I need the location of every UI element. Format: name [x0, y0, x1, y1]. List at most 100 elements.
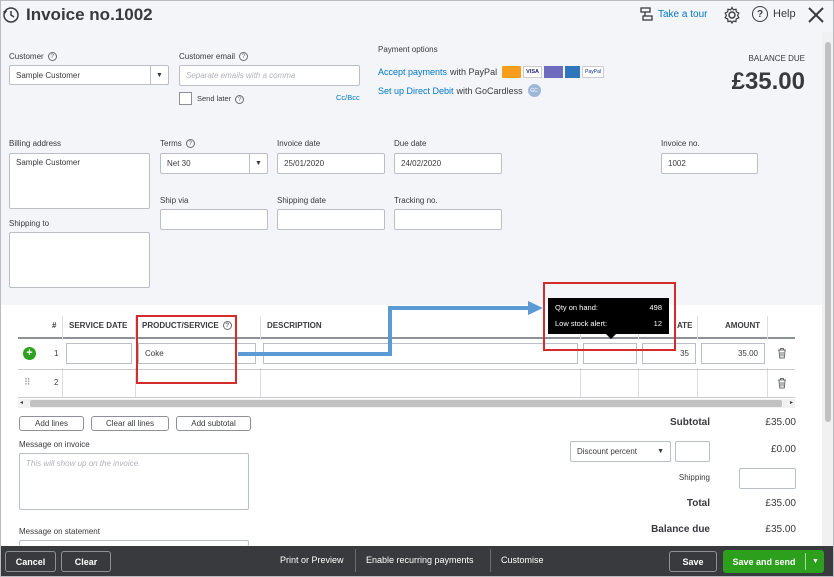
shipping-to-label: Shipping to [9, 219, 50, 228]
message-placeholder: This will show up on the invoice. [26, 459, 141, 468]
paypal-icon: PayPal [582, 66, 605, 78]
invoice-date-label: Invoice date [277, 139, 321, 148]
row-number: 1 [54, 349, 59, 358]
direct-debit-link[interactable]: Set up Direct Debit [378, 86, 454, 96]
page-scrollbar[interactable] [822, 32, 834, 546]
add-lines-button[interactable]: Add lines [19, 416, 84, 431]
shipping-label: Shipping [678, 473, 710, 482]
discount-value-input[interactable] [675, 441, 710, 462]
send-later-checkbox[interactable] [179, 92, 192, 105]
col-header-service-date: SERVICE DATE [69, 321, 128, 330]
message-on-invoice-label: Message on invoice [19, 440, 90, 449]
amount-input[interactable]: 35.00 [701, 343, 765, 364]
recent-transactions-icon[interactable] [2, 6, 20, 24]
customer-label: Customer? [9, 52, 57, 62]
due-date-input[interactable]: 24/02/2020 [394, 153, 502, 174]
customer-email-label: Customer email? [179, 52, 249, 62]
gocardless-suffix: with GoCardless [456, 85, 523, 96]
ship-via-label: Ship via [160, 196, 189, 205]
total-label: Total [686, 498, 710, 509]
terms-select[interactable]: Net 30 ▼ [160, 153, 268, 174]
trash-icon[interactable] [777, 347, 787, 359]
accept-payments-link[interactable]: Accept payments [378, 67, 447, 77]
table-horizontal-scrollbar[interactable]: ◂ ▸ [18, 399, 795, 408]
billing-address-label: Billing address [9, 139, 62, 148]
cc-bcc-link[interactable]: Cc/Bcc [336, 93, 360, 102]
scroll-right-icon[interactable]: ▸ [790, 399, 793, 406]
subtotal-label: Subtotal [670, 417, 710, 428]
customer-select[interactable]: Sample Customer ▼ [9, 65, 169, 85]
invoice-no-input[interactable]: 1002 [661, 153, 758, 174]
message-on-statement-label: Message on statement [19, 527, 100, 536]
shipping-date-input[interactable] [277, 209, 385, 230]
customer-value: Sample Customer [16, 70, 81, 80]
email-placeholder: Separate emails with a comma [186, 71, 296, 80]
mastercard-icon [502, 66, 522, 78]
terms-value: Net 30 [167, 159, 191, 168]
discount-type-select[interactable]: Discount percent ▼ [570, 441, 671, 462]
drag-handle-icon[interactable]: ⠿ [24, 377, 31, 388]
customise-link[interactable]: Customise [501, 555, 544, 565]
accept-payments-row: Accept payments with PayPal VISA PayPal [378, 66, 605, 78]
scroll-left-icon[interactable]: ◂ [20, 399, 23, 406]
settings-gear-icon[interactable] [723, 6, 741, 24]
help-icon: ? [47, 52, 57, 62]
invoice-no-label: Invoice no. [661, 139, 700, 148]
terms-label: Terms? [160, 139, 195, 149]
service-date-input[interactable] [66, 343, 132, 364]
trash-icon[interactable] [777, 377, 787, 389]
col-header-number: # [52, 321, 57, 330]
send-later-label: Send later? [197, 94, 245, 104]
message-on-invoice-input[interactable]: This will show up on the invoice. [19, 453, 249, 510]
tracking-no-input[interactable] [394, 209, 502, 230]
help-icon: ? [239, 52, 249, 62]
total-value: £35.00 [765, 498, 796, 509]
invoice-date-value: 25/01/2020 [284, 159, 325, 168]
invoice-date-input[interactable]: 25/01/2020 [277, 153, 385, 174]
balance-due-label: BALANCE DUE [748, 54, 805, 63]
table-scrollbar-thumb[interactable] [30, 400, 782, 407]
balance-due-amount: £35.00 [731, 68, 805, 95]
discount-type-value: Discount percent [577, 447, 638, 456]
enable-recurring-link[interactable]: Enable recurring payments [366, 555, 474, 565]
help-label: Help [773, 8, 796, 20]
help-button[interactable]: ? Help [752, 6, 796, 22]
take-tour-link[interactable]: Take a tour [640, 7, 707, 22]
shipping-to-input[interactable] [9, 232, 150, 288]
amount-value: 35.00 [737, 349, 758, 358]
save-options-chevron-icon[interactable]: ▼ [807, 550, 824, 573]
col-header-description: DESCRIPTION [267, 321, 322, 330]
tracking-no-label: Tracking no. [394, 196, 438, 205]
clear-all-lines-button[interactable]: Clear all lines [91, 416, 169, 431]
balance-due-footer-label: Balance due [651, 524, 710, 535]
amex-icon [565, 66, 581, 78]
print-preview-link[interactable]: Print or Preview [280, 555, 344, 565]
chevron-down-icon: ▼ [150, 66, 168, 84]
save-and-send-split-button: Save and send ▼ [723, 550, 824, 573]
billing-address-value: Sample Customer [16, 158, 81, 167]
page-title: Invoice no.1002 [26, 5, 153, 24]
help-icon: ? [185, 139, 195, 149]
description-input[interactable] [263, 343, 578, 364]
help-icon: ? [752, 6, 768, 22]
discount-amount: £0.00 [770, 444, 796, 455]
balance-due-footer-value: £35.00 [765, 524, 796, 535]
help-icon: ? [235, 94, 245, 104]
maestro-icon [544, 66, 564, 78]
add-row-icon[interactable]: + [23, 347, 36, 360]
save-and-send-button[interactable]: Save and send [723, 550, 805, 573]
shipping-amount-input[interactable] [739, 468, 796, 489]
page-scrollbar-thumb[interactable] [825, 42, 831, 422]
cancel-button[interactable]: Cancel [5, 551, 56, 572]
close-icon[interactable] [807, 6, 825, 24]
add-subtotal-button[interactable]: Add subtotal [176, 416, 251, 431]
clear-button[interactable]: Clear [61, 551, 111, 572]
ship-via-input[interactable] [160, 209, 268, 230]
customer-email-input[interactable]: Separate emails with a comma [179, 65, 360, 86]
col-header-amount: AMOUNT [725, 321, 761, 330]
gocardless-icon: GC [527, 84, 541, 97]
tour-icon [640, 7, 653, 21]
save-button[interactable]: Save [669, 551, 717, 572]
paypal-suffix: with PayPal [450, 67, 498, 77]
billing-address-input[interactable]: Sample Customer [9, 153, 150, 209]
